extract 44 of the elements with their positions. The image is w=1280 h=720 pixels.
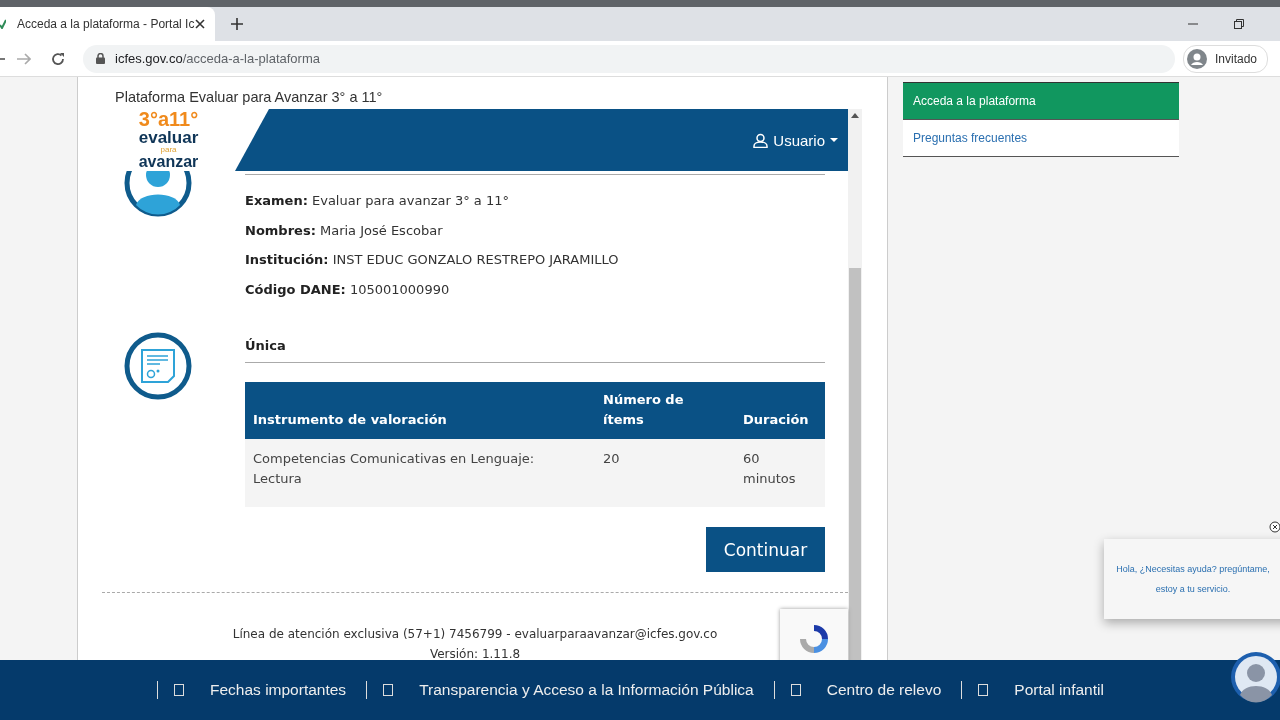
table-cell: 60 minutos (735, 439, 825, 507)
exam-field: Nombres: Maria José Escobar (245, 222, 825, 252)
lock-icon (96, 53, 105, 64)
reload-icon[interactable] (51, 51, 65, 66)
check-icon (0, 19, 6, 29)
scroll-up-icon[interactable] (851, 113, 859, 118)
caret-icon (830, 137, 838, 143)
footer-link[interactable]: Transparencia y Acceso a la Información Pública (419, 681, 754, 699)
address-bar[interactable]: icfes.gov.co/acceda-a-la-plataforma (83, 44, 1175, 73)
square-icon (174, 684, 184, 696)
square-icon (978, 684, 989, 696)
column-header: Número de ítems (595, 382, 735, 439)
chat-message: Hola, ¿Necesitas ayuda? pregúntame, estoy a tu servicio. (1115, 563, 1271, 596)
exam-field: Institución: INST EDUC GONZALO RESTREPO JARAMILLO (245, 252, 825, 282)
user-icon (753, 132, 769, 148)
page-title: Plataforma Evaluar para Avanzar 3° a 11° (114, 88, 384, 107)
avatar-icon[interactable] (1230, 651, 1280, 703)
continue-button[interactable]: Continuar (706, 527, 825, 572)
exam-field: Examen: Evaluar para avanzar 3° a 11° (245, 193, 825, 223)
exam-field: Código DANE: 105001000990 (245, 281, 825, 311)
sidebar-item[interactable]: Acceda a la plataforma (903, 82, 1179, 120)
column-header: Duración (735, 382, 825, 439)
browser-tab[interactable]: Acceda a la plataforma - Portal Ic (0, 7, 215, 41)
document-icon (124, 332, 192, 400)
footer-link[interactable]: Fechas importantes (210, 681, 347, 699)
section-title: Única (245, 332, 825, 363)
sidebar-item[interactable]: Preguntas frecuentes (903, 120, 1179, 157)
close-icon[interactable] (1269, 521, 1280, 533)
table-cell: Competencias Comunicativas en Lenguaje: Lectura (245, 439, 595, 507)
square-icon (383, 684, 394, 696)
column-header: Instrumento de valoración (245, 382, 595, 439)
table-cell: 20 (595, 439, 735, 507)
restore-icon[interactable] (1234, 19, 1244, 29)
scrollbar[interactable] (848, 109, 862, 661)
profile-button[interactable]: Invitado (1182, 44, 1268, 73)
user-menu[interactable]: Usuario (753, 131, 838, 149)
footer-link[interactable]: Portal infantil (1014, 681, 1104, 699)
contact-line: Línea de atención exclusiva (57+1) 7456799 - evaluarparaavanzar@icfes.gov.co (232, 626, 718, 643)
square-icon (790, 684, 801, 696)
footer-link[interactable]: Centro de relevo (826, 681, 942, 699)
new-tab-icon[interactable] (231, 18, 243, 30)
version-label: Versión: 1.11.8 (429, 646, 521, 661)
close-icon[interactable] (195, 19, 205, 29)
person-icon (1186, 48, 1207, 69)
